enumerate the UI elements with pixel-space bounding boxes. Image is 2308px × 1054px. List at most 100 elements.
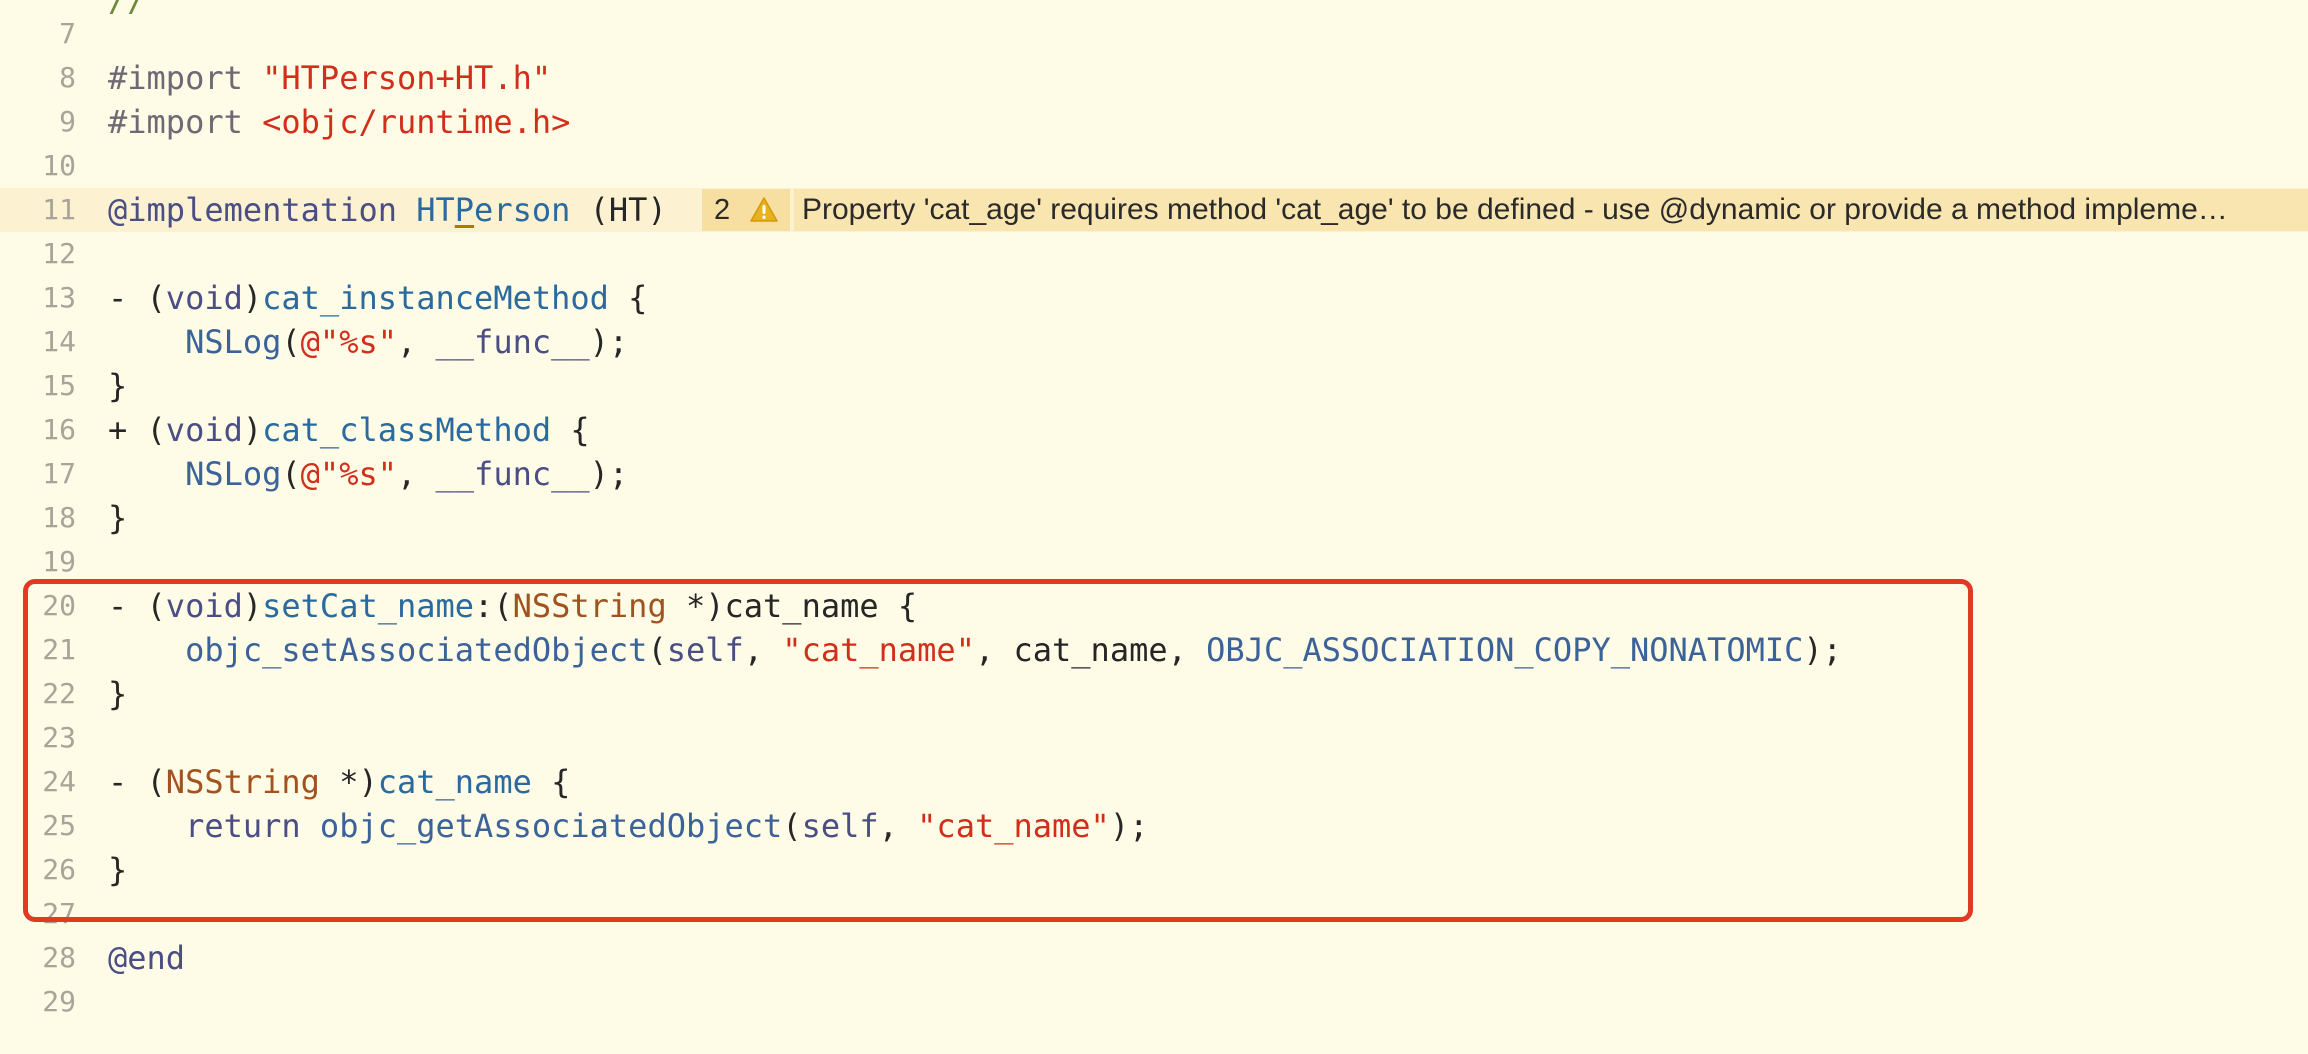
line-number[interactable]: 15 [0, 364, 76, 408]
line-number[interactable]: 18 [0, 496, 76, 540]
code-text[interactable]: } [108, 364, 127, 408]
code-token: NSLog [185, 323, 282, 361]
code-line[interactable]: 12 [0, 232, 2308, 276]
code-line[interactable]: 11 @implementation HTPerson (HT) 2 Property… [0, 188, 2308, 232]
code-text[interactable]: - (void)setCat_name:(NSString *)cat_name… [108, 584, 917, 628]
code-token: NSString [512, 587, 667, 625]
code-token: } [108, 675, 128, 713]
code-line[interactable]: 24 - (NSString *)cat_name { [0, 760, 2308, 804]
code-token: { [551, 411, 590, 449]
code-line[interactable]: 10 [0, 144, 2308, 188]
code-token: __func__ [435, 455, 590, 493]
code-line[interactable]: 20 - (void)setCat_name:(NSString *)cat_na… [0, 584, 2308, 628]
code-text[interactable]: @end [108, 936, 185, 980]
code-line[interactable]: 25 return objc_getAssociatedObject(self,… [0, 804, 2308, 848]
code-token: #import [108, 103, 263, 141]
code-token: HT [416, 191, 455, 229]
code-text[interactable]: #import "HTPerson+HT.h" [108, 56, 551, 100]
line-number[interactable]: 17 [0, 452, 76, 496]
code-line[interactable]: 23 [0, 716, 2308, 760]
code-line[interactable]: 21 objc_setAssociatedObject(self, "cat_n… [0, 628, 2308, 672]
code-line[interactable]: 15} [0, 364, 2308, 408]
code-token: @implementation [108, 191, 397, 229]
line-number[interactable]: 27 [0, 892, 76, 936]
code-text[interactable]: } [108, 848, 127, 892]
code-line[interactable]: 18} [0, 496, 2308, 540]
code-token: erson [474, 191, 571, 229]
code-token: { [531, 763, 571, 801]
code-text[interactable]: } [108, 672, 127, 716]
line-number[interactable]: 26 [0, 848, 76, 892]
line-number[interactable]: 19 [0, 540, 76, 584]
inline-warning[interactable]: 2 Property 'cat_age' requires method 'cat… [702, 189, 2308, 231]
code-token: ); [589, 323, 629, 361]
code-line[interactable]: 14 NSLog(@"%s", __func__); [0, 320, 2308, 364]
code-line[interactable]: 17 NSLog(@"%s", __func__); [0, 452, 2308, 496]
code-line[interactable]: 13 - (void)cat_instanceMethod { [0, 276, 2308, 320]
code-token: :( [474, 587, 513, 625]
code-line[interactable]: 29 [0, 980, 2308, 1024]
line-number[interactable]: 25 [0, 804, 76, 848]
line-number[interactable]: 23 [0, 716, 76, 760]
code-token: NSString [165, 763, 320, 801]
line-number[interactable]: 9 [0, 100, 76, 144]
warning-count-badge[interactable]: 2 [702, 189, 790, 231]
line-number[interactable]: 8 [0, 56, 76, 100]
code-token: - ( [108, 763, 166, 801]
line-number[interactable]: 29 [0, 980, 76, 1024]
code-text[interactable]: objc_setAssociatedObject(self, "cat_name… [108, 628, 1842, 672]
line-number[interactable]: 24 [0, 760, 76, 804]
line-number[interactable]: 12 [0, 232, 76, 276]
line-number[interactable]: 22 [0, 672, 76, 716]
code-text[interactable]: #import <objc/runtime.h> [108, 100, 570, 144]
code-token: objc_setAssociatedObject [185, 631, 648, 669]
code-text[interactable]: return objc_getAssociatedObject(self, "c… [108, 804, 1148, 848]
code-token: } [108, 851, 128, 889]
code-token: - ( [108, 279, 166, 317]
line-number[interactable]: 13 [0, 276, 76, 320]
line-number[interactable]: 28 [0, 936, 76, 980]
code-token: , [396, 323, 436, 361]
code-token: ( [782, 807, 802, 845]
code-line[interactable]: 28 @end [0, 936, 2308, 980]
code-line[interactable]: 8 #import "HTPerson+HT.h" [0, 56, 2308, 100]
code-text[interactable]: NSLog(@"%s", __func__); [108, 452, 628, 496]
code-line[interactable]: 27 [0, 892, 2308, 936]
line-number[interactable]: 20 [0, 584, 76, 628]
line-number[interactable]: 14 [0, 320, 76, 364]
line-number[interactable]: 21 [0, 628, 76, 672]
code-text[interactable]: - (NSString *)cat_name { [108, 760, 570, 804]
code-text[interactable]: @implementation HTPerson (HT) [108, 188, 667, 232]
code-line[interactable]: 26} [0, 848, 2308, 892]
code-token: ) [242, 411, 263, 449]
code-editor[interactable]: // 7 8 #import "HTPerson+HT.h" 9 #import <ob… [0, 0, 2308, 1054]
code-token: NSLog [185, 455, 282, 493]
code-line[interactable]: 16 + (void)cat_classMethod { [0, 408, 2308, 452]
code-token: objc_getAssociatedObject [319, 807, 783, 845]
code-token: ) [242, 279, 263, 317]
code-text[interactable]: + (void)cat_classMethod { [108, 408, 590, 452]
line-number[interactable]: 16 [0, 408, 76, 452]
code-token: "HTPerson+HT.h" [262, 59, 552, 97]
line-number[interactable]: 11 [0, 188, 76, 232]
code-text[interactable]: } [108, 496, 127, 540]
code-token: self [801, 807, 879, 845]
warning-message-box[interactable]: Property 'cat_age' requires method 'cat_… [794, 189, 2308, 231]
code-token: __func__ [435, 323, 590, 361]
code-token: + ( [108, 411, 166, 449]
code-text[interactable]: NSLog(@"%s", __func__); [108, 320, 628, 364]
code-token: cat_instanceMethod [262, 279, 609, 317]
code-token: <objc/runtime.h> [262, 103, 571, 141]
code-line[interactable]: 22} [0, 672, 2308, 716]
code-text[interactable]: - (void)cat_instanceMethod { [108, 276, 647, 320]
code-line[interactable]: 7 [0, 12, 2308, 56]
line-number[interactable]: 10 [0, 144, 76, 188]
code-token: { [608, 279, 648, 317]
line-number[interactable]: 7 [0, 12, 76, 56]
code-line[interactable]: 9 #import <objc/runtime.h> [0, 100, 2308, 144]
code-line[interactable]: 19 [0, 540, 2308, 584]
